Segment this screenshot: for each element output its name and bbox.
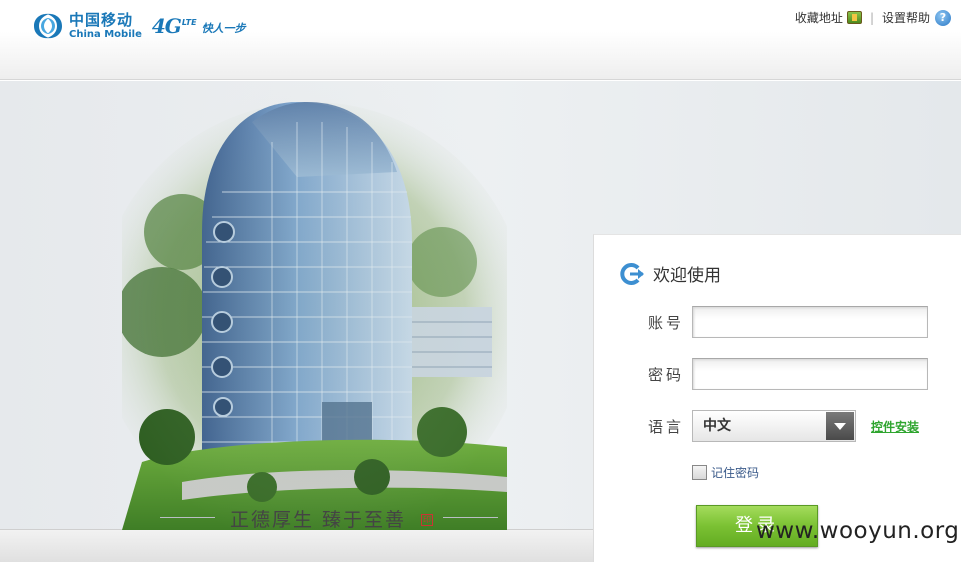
headquarters-illustration xyxy=(122,82,507,530)
language-row: 语言 中文 控件安装 xyxy=(648,410,919,442)
brand-logo: 中国移动 China Mobile 4G LTE 快人一步 xyxy=(30,10,246,42)
welcome-text: 欢迎使用 xyxy=(653,266,721,286)
lte-slogan: 快人一步 xyxy=(201,22,246,35)
plugin-install-link[interactable]: 控件安装 xyxy=(871,418,919,435)
help-label: 设置帮助 xyxy=(881,11,930,25)
welcome-arrow-icon xyxy=(620,262,644,285)
brand-text: 中国移动 China Mobile xyxy=(69,10,142,40)
lte-4g-text: 4G xyxy=(151,14,182,38)
calligraphy-rule-right xyxy=(443,517,498,518)
china-mobile-logo-icon xyxy=(34,13,62,39)
account-input[interactable] xyxy=(692,306,928,338)
bookmark-icon xyxy=(846,11,862,24)
account-row: 账号 xyxy=(648,306,928,338)
seal-stamp: 印 xyxy=(421,514,433,526)
bookmark-link[interactable]: 收藏地址 xyxy=(795,9,862,26)
watermark: www.wooyun.org xyxy=(756,518,960,544)
link-separator: | xyxy=(869,10,874,25)
lte-sup-text: LTE xyxy=(181,18,197,27)
brand-name-en: China Mobile xyxy=(69,28,142,40)
language-label: 语言 xyxy=(648,417,685,436)
remember-label: 记住密码 xyxy=(711,466,760,480)
lte-badge: 4G LTE 快人一步 xyxy=(152,14,246,38)
language-selected-value: 中文 xyxy=(703,418,731,434)
calligraphy-motto: 正德厚生 臻于至善 xyxy=(230,509,407,531)
language-select[interactable]: 中文 xyxy=(692,410,856,442)
remember-password[interactable]: 记住密码 xyxy=(692,464,759,481)
brand-name-cn: 中国移动 xyxy=(69,10,134,29)
header: 中国移动 China Mobile 4G LTE 快人一步 收藏地址 | 设置帮… xyxy=(0,0,961,80)
password-label: 密码 xyxy=(648,365,685,384)
remember-checkbox[interactable] xyxy=(692,465,707,480)
chevron-down-icon[interactable] xyxy=(826,412,854,440)
password-input[interactable] xyxy=(692,358,928,390)
password-row: 密码 xyxy=(648,358,928,390)
building-image xyxy=(122,82,507,530)
bookmark-label: 收藏地址 xyxy=(794,11,843,25)
help-icon: ? xyxy=(935,9,951,26)
login-page: 中国移动 China Mobile 4G LTE 快人一步 收藏地址 | 设置帮… xyxy=(0,0,961,562)
welcome-header: 欢迎使用 xyxy=(618,261,721,286)
help-link[interactable]: 设置帮助 ? xyxy=(882,9,951,26)
top-links: 收藏地址 | 设置帮助 ? xyxy=(795,9,951,26)
account-label: 账号 xyxy=(648,313,685,332)
calligraphy-rule-left xyxy=(160,517,215,518)
login-panel: 欢迎使用 账号 密码 语言 中文 控件安装 记住密码 登录 xyxy=(593,234,961,562)
